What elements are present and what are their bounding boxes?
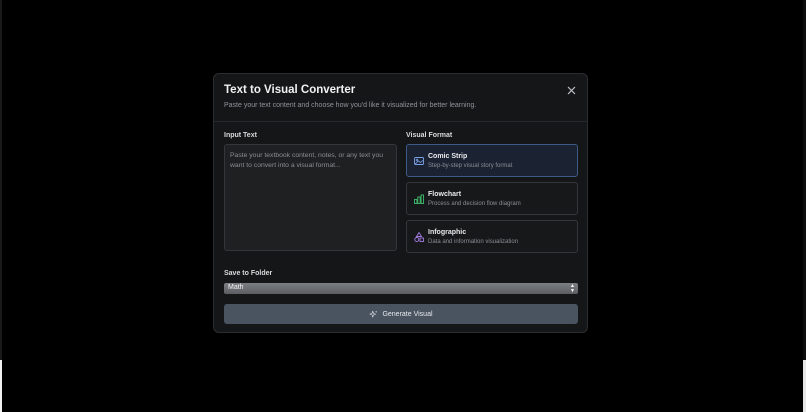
format-option-description: Data and information visualization [428,239,519,245]
left-edge [0,0,2,360]
format-option-comic-strip[interactable]: Comic Strip Step-by-step visual story fo… [406,144,578,177]
generate-visual-label: Generate Visual [382,310,433,318]
folder-select-value: Math [228,284,244,291]
format-option-title: Comic Strip [428,153,468,160]
format-option-description: Process and decision flow diagram [428,201,521,207]
format-option-flowchart[interactable]: Flowchart Process and decision flow diag… [406,182,578,215]
generate-visual-button[interactable]: Generate Visual [224,304,578,324]
folder-select[interactable]: Math ▲ ▼ [224,283,578,294]
image-icon [414,157,424,165]
input-text-area[interactable] [224,144,397,251]
format-option-title: Flowchart [428,191,462,198]
select-arrows-icon: ▲ ▼ [570,283,575,294]
shapes-icon [414,231,424,242]
sparkles-icon [369,310,378,317]
left-edge-bottom [0,360,2,412]
save-to-folder-label: Save to Folder [224,270,273,277]
input-text-label: Input Text [224,132,257,139]
format-option-title: Infographic [428,229,467,236]
format-option-description: Step-by-step visual story format [428,163,513,169]
format-option-infographic[interactable]: Infographic Data and information visuali… [406,220,578,253]
bar-chart-icon [414,194,424,204]
dialog-subtitle: Paste your text content and choose how y… [224,102,477,109]
header-divider [214,121,587,122]
close-icon [567,86,575,94]
text-to-visual-dialog: Text to Visual Converter Paste your text… [213,73,588,333]
dialog-title: Text to Visual Converter [224,84,356,96]
close-button[interactable] [565,84,577,96]
visual-format-label: Visual Format [406,132,453,139]
